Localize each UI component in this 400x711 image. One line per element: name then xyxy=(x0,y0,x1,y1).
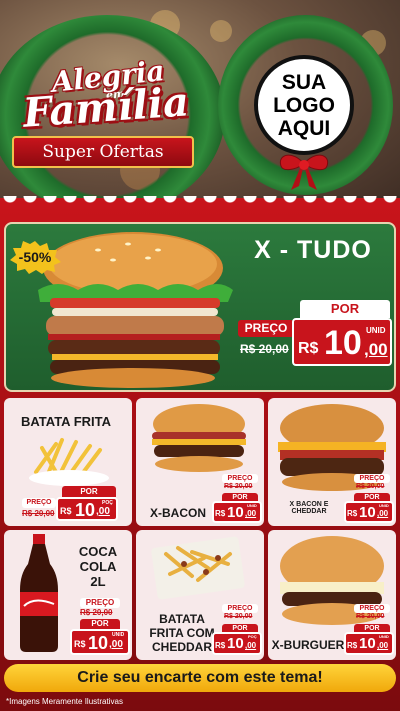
new-price: R$ 10 ,00 POÇ xyxy=(56,497,118,521)
product-name-batata-frita: BATATA FRITA xyxy=(20,414,111,429)
product-name-x-bacon: X-BACON xyxy=(150,506,206,520)
subtitle-ribbon: Super Ofertas xyxy=(12,136,194,168)
product-name-batata-cheddar: BATATA FRITA COM CHEDDAR xyxy=(149,612,215,654)
product-name-coca-cola: COCA COLA 2L xyxy=(78,544,118,589)
logo-text-2: LOGO xyxy=(273,93,335,117)
unit: UNID xyxy=(112,632,125,638)
featured-title: X - TUDO xyxy=(254,236,372,264)
discount-badge: -50% xyxy=(18,249,52,265)
new-price: R$ 10 ,00 UNID xyxy=(344,632,394,655)
price-tag-x-bacon: PREÇO R$ 20,00 POR R$ 10 ,00 UNID xyxy=(212,474,262,524)
brand-logo: Alegria em Família Super Ofertas xyxy=(8,54,198,178)
price-int: 10 xyxy=(359,504,376,521)
price-tag-batata-cheddar: PREÇO R$ 20,00 POR R$ 10 ,00 POÇ xyxy=(212,604,262,656)
featured-price-cents: ,00 xyxy=(364,340,388,359)
fries-cheddar-image xyxy=(151,536,245,600)
price-int: 10 xyxy=(227,504,244,521)
fries-image xyxy=(29,438,109,486)
price-tag-coca-cola: PREÇO R$ 20,00 POR R$ 10 ,00 UNID xyxy=(70,598,130,656)
logo-text-3: AQUI xyxy=(277,116,331,140)
currency: R$ xyxy=(347,641,358,650)
preco-label: PREÇO xyxy=(80,598,120,608)
preco-label: PREÇO xyxy=(222,604,258,613)
bokeh-light xyxy=(210,20,232,42)
old-price: R$ 20,00 xyxy=(22,509,55,518)
featured-price-tag: POR PREÇO R$ 20,00 R$ 10 ,00 UNID xyxy=(238,300,394,370)
new-price: R$ 10 ,00 UNID xyxy=(212,501,262,523)
unit: POÇ xyxy=(102,500,113,506)
currency: R$ xyxy=(215,641,226,650)
price-cents: ,00 xyxy=(96,506,110,517)
price-cents: ,00 xyxy=(109,639,123,650)
currency: R$ xyxy=(347,509,358,518)
new-price: R$ 10 ,00 POÇ xyxy=(212,632,262,655)
featured-new-price: R$ 10 ,00 UNID xyxy=(292,318,392,366)
unit: UNID xyxy=(379,503,389,508)
featured-currency: R$ xyxy=(298,340,319,357)
logo-text-1: SUA xyxy=(281,70,327,94)
unit: UNID xyxy=(379,634,389,639)
currency: R$ xyxy=(60,506,72,516)
unit: POÇ xyxy=(248,634,257,639)
preco-label: PREÇO xyxy=(354,604,390,613)
disclaimer-text: *Imagens Meramente Ilustrativas xyxy=(6,697,123,706)
price-int: 10 xyxy=(359,635,376,652)
preco-label: PREÇO xyxy=(22,498,56,508)
price-int: 10 xyxy=(88,633,109,653)
por-label: POR xyxy=(80,619,120,629)
new-price: R$ 10 ,00 UNID xyxy=(344,501,394,523)
featured-unit: UNID xyxy=(366,326,386,335)
featured-old-price: R$ 20,00 xyxy=(240,342,289,356)
old-price: R$ 20,00 xyxy=(356,613,385,620)
old-price: R$ 20,00 xyxy=(224,483,253,490)
scallop-border xyxy=(0,196,400,210)
price-tag-x-bacon-cheddar: PREÇO R$ 20,00 POR R$ 10 ,00 UNID xyxy=(344,474,394,524)
price-cents: ,00 xyxy=(377,509,389,518)
x-bacon-image xyxy=(152,404,246,472)
price-cents: ,00 xyxy=(377,641,389,650)
ribbon-bow-icon xyxy=(279,154,329,190)
featured-por-label: POR xyxy=(300,300,390,318)
price-cents: ,00 xyxy=(245,641,257,650)
cta-banner[interactable]: Crie seu encarte com este tema! xyxy=(4,664,396,692)
old-price: R$ 20,00 xyxy=(80,608,113,617)
coca-cola-bottle-image xyxy=(20,534,58,652)
preco-label: PREÇO xyxy=(354,474,390,483)
product-name-x-burguer: X-BURGUER xyxy=(271,638,345,652)
hero-banner: Alegria em Família Super Ofertas SUA LOG… xyxy=(0,0,400,215)
por-label: POR xyxy=(62,486,116,497)
featured-price-int: 10 xyxy=(324,324,362,362)
unit: UNID xyxy=(247,503,257,508)
logo-placeholder[interactable]: SUA LOGO AQUI xyxy=(254,55,354,155)
new-price: R$ 10 ,00 UNID xyxy=(70,629,130,655)
price-int: 10 xyxy=(227,635,244,652)
product-name-x-bacon-cheddar: X BACON E CHEDDAR xyxy=(289,501,329,515)
currency: R$ xyxy=(74,639,86,649)
price-cents: ,00 xyxy=(245,509,257,518)
currency: R$ xyxy=(215,509,226,518)
old-price: R$ 20,00 xyxy=(356,483,385,490)
old-price: R$ 20,00 xyxy=(224,613,253,620)
price-tag-batata-frita: PREÇO R$ 20,00 POR R$ 10 ,00 POÇ xyxy=(22,486,120,522)
price-tag-x-burguer: PREÇO R$ 20,00 POR R$ 10 ,00 UNID xyxy=(344,604,394,656)
brand-line2: Família xyxy=(21,78,191,137)
price-int: 10 xyxy=(75,500,96,520)
preco-label: PREÇO xyxy=(222,474,258,483)
featured-preco-label: PREÇO xyxy=(238,320,294,337)
